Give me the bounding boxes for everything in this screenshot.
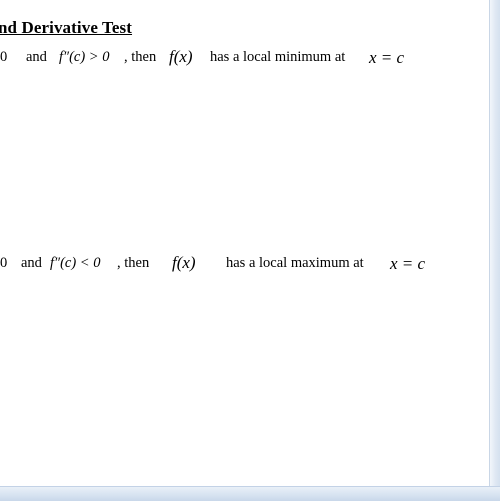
- rule-min-condition: f″(c) > 0: [59, 49, 110, 65]
- rule-min-then: , then: [124, 49, 157, 65]
- window-right-border: [489, 0, 500, 500]
- rule-max-lead: 0: [0, 255, 8, 271]
- rule-max-and: and: [21, 255, 42, 271]
- rule-min-point: x = c: [369, 48, 405, 67]
- rule-min-conclusion: has a local minimum at: [210, 49, 346, 65]
- slide-left-edge: [0, 0, 8, 500]
- slide-title: nd Derivative Test: [0, 18, 133, 37]
- window-bottom-border: [0, 486, 500, 501]
- rule-min-and: and: [26, 49, 47, 65]
- rule-max-condition: f″(c) < 0: [50, 255, 101, 271]
- rule-max-conclusion: has a local maximum at: [226, 255, 364, 271]
- rule-max-point: x = c: [390, 254, 426, 273]
- rule-max-then: , then: [117, 255, 150, 271]
- rule-min-lead: 0: [0, 49, 8, 65]
- rule-max-function: f(x): [172, 253, 196, 272]
- rule-min-function: f(x): [169, 47, 193, 66]
